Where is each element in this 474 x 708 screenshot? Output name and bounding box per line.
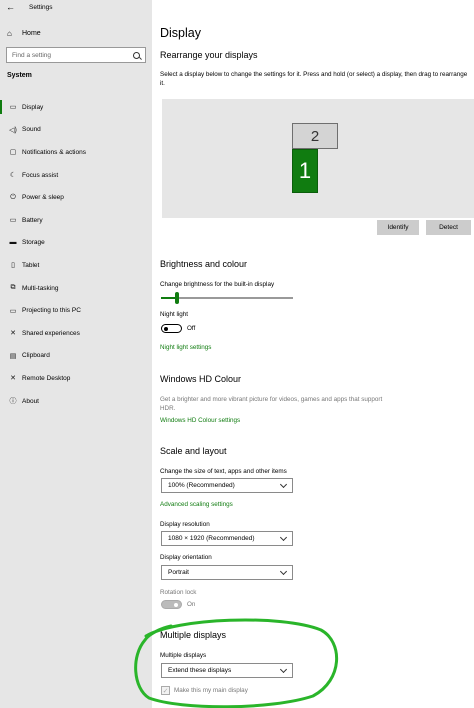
shared-icon: ✕ bbox=[10, 330, 16, 338]
brightness-heading: Brightness and colour bbox=[160, 259, 248, 269]
scale-heading: Scale and layout bbox=[160, 446, 227, 456]
sidebar-section-label: System bbox=[7, 72, 32, 79]
battery-icon: ▭ bbox=[9, 217, 17, 225]
detect-button[interactable]: Detect bbox=[426, 220, 471, 235]
sidebar-item-shared-experiences[interactable]: ✕ Shared experiences bbox=[0, 322, 152, 345]
rotation-lock-toggle bbox=[161, 600, 182, 609]
night-light-state: Off bbox=[187, 325, 196, 332]
sidebar-item-storage[interactable]: ▬ Storage bbox=[0, 232, 152, 255]
rotation-lock-state: On bbox=[187, 601, 196, 608]
sidebar-item-label: Projecting to this PC bbox=[22, 307, 81, 315]
hd-colour-description: Get a brighter and more vibrant picture … bbox=[160, 396, 383, 412]
brightness-slider-thumb[interactable] bbox=[174, 292, 179, 304]
sidebar-item-label: Remote Desktop bbox=[22, 374, 71, 382]
sidebar-item-power-sleep[interactable]: ⏻ Power & sleep bbox=[0, 186, 152, 209]
monitor-2[interactable]: 2 bbox=[292, 123, 338, 149]
brightness-slider-label: Change brightness for the built-in displ… bbox=[160, 281, 275, 288]
hd-colour-heading: Windows HD Colour bbox=[160, 374, 242, 384]
search-input[interactable]: Find a setting bbox=[6, 47, 146, 63]
multitasking-icon: ⧉ bbox=[10, 284, 16, 292]
orientation-dropdown[interactable]: Portrait bbox=[161, 565, 293, 580]
brightness-slider[interactable] bbox=[161, 292, 293, 304]
notification-icon: ▢ bbox=[9, 149, 17, 157]
power-icon: ⏻ bbox=[10, 193, 16, 201]
sidebar: ← Settings ⌂ Home Find a setting System … bbox=[0, 0, 152, 708]
resolution-dropdown-value: 1080 × 1920 (Recommended) bbox=[168, 535, 255, 542]
clipboard-icon: ▤ bbox=[9, 352, 17, 360]
scale-dropdown[interactable]: 100% (Recommended) bbox=[161, 478, 293, 493]
moon-icon: ☾ bbox=[9, 172, 17, 180]
speaker-icon: ◁) bbox=[9, 126, 17, 134]
sidebar-item-battery[interactable]: ▭ Battery bbox=[0, 209, 152, 232]
sidebar-item-display[interactable]: ▭ Display bbox=[0, 96, 152, 119]
night-light-settings-link[interactable]: Night light settings bbox=[160, 344, 211, 351]
monitor-1[interactable]: 1 bbox=[292, 149, 318, 193]
chevron-down-icon bbox=[279, 533, 288, 541]
sidebar-item-sound[interactable]: ◁) Sound bbox=[0, 119, 152, 142]
sidebar-item-label: Tablet bbox=[22, 261, 40, 269]
sidebar-item-label: About bbox=[22, 397, 39, 405]
night-light-toggle[interactable] bbox=[161, 324, 182, 333]
title-bar: ← Settings bbox=[0, 0, 152, 14]
projector-icon: ▭ bbox=[9, 307, 17, 315]
sidebar-item-about[interactable]: ⓘ About bbox=[0, 390, 152, 413]
sidebar-item-multitasking[interactable]: ⧉ Multi-tasking bbox=[0, 277, 152, 300]
nav-home-label: Home bbox=[22, 29, 41, 37]
main-content: Display Rearrange your displays Select a… bbox=[152, 0, 474, 708]
night-light-label: Night light bbox=[160, 311, 189, 318]
orientation-dropdown-value: Portrait bbox=[168, 569, 189, 576]
sidebar-item-tablet[interactable]: ▯ Tablet bbox=[0, 254, 152, 277]
hd-colour-settings-link[interactable]: Windows HD Colour settings bbox=[160, 417, 240, 424]
sidebar-item-notifications[interactable]: ▢ Notifications & actions bbox=[0, 141, 152, 164]
nav-home[interactable]: ⌂ Home bbox=[7, 27, 41, 39]
sidebar-item-remote-desktop[interactable]: ✕ Remote Desktop bbox=[0, 367, 152, 390]
scale-dropdown-value: 100% (Recommended) bbox=[168, 482, 235, 489]
display-arrangement-area[interactable]: 2 1 bbox=[162, 99, 474, 218]
remote-icon: ✕ bbox=[10, 375, 16, 383]
sidebar-item-label: Sound bbox=[22, 126, 41, 134]
sidebar-item-label: Notifications & actions bbox=[22, 148, 86, 156]
rearrange-heading: Rearrange your displays bbox=[160, 50, 258, 60]
sidebar-item-label: Battery bbox=[22, 216, 43, 224]
sidebar-nav-list: ▭ Display ◁) Sound ▢ Notifications & act… bbox=[0, 96, 152, 412]
sidebar-item-focus-assist[interactable]: ☾ Focus assist bbox=[0, 164, 152, 187]
back-arrow-icon[interactable]: ← bbox=[6, 2, 15, 12]
search-placeholder: Find a setting bbox=[12, 51, 52, 59]
storage-icon: ▬ bbox=[9, 239, 17, 247]
search-icon[interactable] bbox=[133, 51, 140, 59]
window-title: Settings bbox=[29, 3, 53, 11]
sidebar-item-label: Power & sleep bbox=[22, 194, 64, 202]
home-icon: ⌂ bbox=[7, 28, 12, 38]
resolution-dropdown[interactable]: 1080 × 1920 (Recommended) bbox=[161, 531, 293, 546]
sidebar-item-label: Shared experiences bbox=[22, 329, 80, 337]
sidebar-item-label: Storage bbox=[22, 239, 45, 247]
tablet-icon: ▯ bbox=[11, 262, 15, 270]
monitor-icon: ▭ bbox=[9, 104, 17, 112]
sidebar-item-clipboard[interactable]: ▤ Clipboard bbox=[0, 345, 152, 368]
resolution-label: Display resolution bbox=[160, 521, 210, 528]
page-title: Display bbox=[160, 26, 201, 40]
sidebar-item-projecting[interactable]: ▭ Projecting to this PC bbox=[0, 299, 152, 322]
rotation-lock-label: Rotation lock bbox=[160, 589, 197, 596]
sidebar-item-label: Multi-tasking bbox=[22, 284, 59, 292]
sidebar-item-label: Clipboard bbox=[22, 352, 50, 360]
scale-size-label: Change the size of text, apps and other … bbox=[160, 468, 287, 475]
identify-button[interactable]: Identify bbox=[377, 220, 419, 235]
orientation-label: Display orientation bbox=[160, 554, 212, 561]
highlight-ring bbox=[134, 618, 338, 708]
sidebar-item-label: Focus assist bbox=[22, 171, 59, 179]
chevron-down-icon bbox=[279, 480, 288, 488]
sidebar-item-label: Display bbox=[22, 103, 44, 111]
rearrange-description: Select a display below to change the set… bbox=[160, 71, 468, 87]
chevron-down-icon bbox=[279, 567, 288, 575]
info-icon: ⓘ bbox=[9, 398, 17, 406]
advanced-scaling-link[interactable]: Advanced scaling settings bbox=[160, 501, 233, 508]
